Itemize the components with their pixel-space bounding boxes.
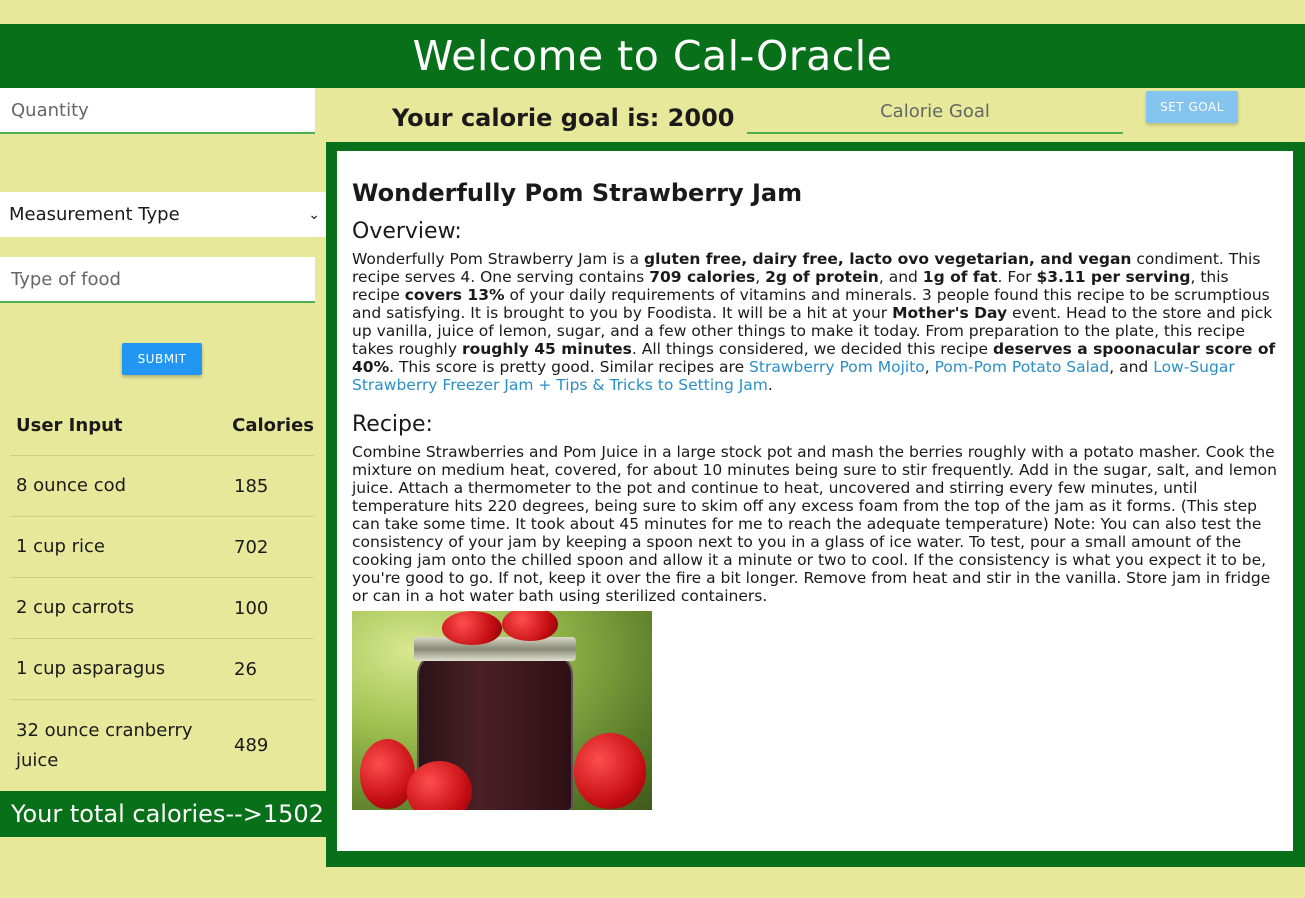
calorie-goal-input[interactable]: Calorie Goal [747, 90, 1123, 134]
measurement-type-value: Measurement Type [9, 204, 180, 225]
table-row: 1 cup asparagus 26 [10, 639, 314, 700]
page-title: Welcome to Cal-Oracle [412, 32, 893, 80]
strawberry-shape [360, 739, 415, 809]
total-calories-bar: Your total calories-->1502 [0, 791, 326, 837]
food-type-placeholder: Type of food [11, 268, 121, 290]
recipe-instructions: Combine Strawberries and Pom Juice in a … [352, 443, 1277, 605]
calorie-goal-text: Your calorie goal is: 2000 [392, 104, 735, 132]
row-input: 1 cup rice [16, 536, 105, 557]
row-calories: 26 [234, 658, 257, 680]
overview-paragraph: Wonderfully Pom Strawberry Jam is a glut… [352, 250, 1276, 394]
recipe-panel: Wonderfully Pom Strawberry Jam Overview:… [337, 151, 1293, 851]
measurement-type-select[interactable]: Measurement Type ⌄ [0, 192, 326, 237]
column-header-input: User Input [16, 414, 123, 436]
recipe-heading: Recipe: [352, 412, 433, 437]
similar-recipe-link[interactable]: Pom-Pom Potato Salad [935, 358, 1110, 376]
table-row: 1 cup rice 702 [10, 517, 314, 578]
row-calories: 489 [234, 735, 269, 756]
table-header-row: User Input Calories [10, 396, 314, 456]
table-row: 8 ounce cod 185 [10, 456, 314, 517]
strawberry-shape [502, 611, 558, 641]
jar-lid-shape [414, 637, 576, 661]
total-calories-text: Your total calories-->1502 [11, 800, 324, 828]
food-type-input[interactable]: Type of food [0, 257, 315, 303]
set-goal-button[interactable]: SET GOAL [1146, 91, 1238, 123]
row-calories: 185 [234, 475, 269, 497]
calorie-goal-placeholder: Calorie Goal [880, 100, 990, 122]
strawberry-shape [442, 611, 502, 645]
quantity-input[interactable]: Quantity [0, 88, 315, 134]
calorie-table: User Input Calories 8 ounce cod 185 1 cu… [10, 396, 314, 791]
row-input: 1 cup asparagus [16, 658, 166, 679]
quantity-placeholder: Quantity [11, 99, 89, 121]
overview-heading: Overview: [352, 219, 462, 244]
row-input: 2 cup carrots [16, 597, 135, 618]
similar-recipe-link[interactable]: Strawberry Pom Mojito [749, 358, 925, 376]
row-input: 8 ounce cod [16, 475, 127, 496]
table-row: 2 cup carrots 100 [10, 578, 314, 639]
chevron-down-icon: ⌄ [308, 206, 320, 223]
column-header-calories: Calories [232, 415, 314, 436]
table-row: 32 ounce cranberry juice 489 [10, 700, 314, 791]
row-calories: 100 [234, 597, 269, 619]
strawberry-shape [574, 733, 646, 809]
app-header: Welcome to Cal-Oracle [0, 24, 1305, 88]
recipe-title: Wonderfully Pom Strawberry Jam [352, 179, 803, 207]
row-calories: 702 [234, 536, 269, 558]
submit-button[interactable]: SUBMIT [122, 343, 202, 375]
recipe-photo [352, 611, 652, 810]
row-input: 32 ounce cranberry juice [16, 719, 193, 771]
